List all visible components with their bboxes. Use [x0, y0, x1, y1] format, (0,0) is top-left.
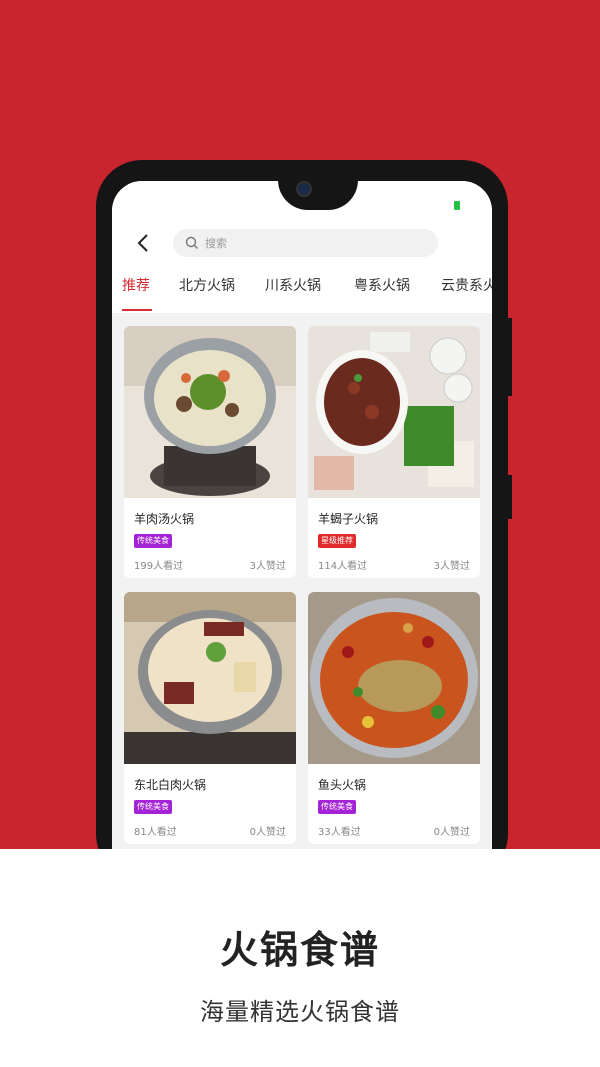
tab-northern[interactable]: 北方火锅: [179, 275, 235, 295]
recipe-image: [124, 326, 296, 498]
recipe-tag-badge: 传统美食: [318, 800, 356, 814]
recipe-card[interactable]: 鱼头火锅 传统美食 33人看过 0人赞过: [308, 592, 480, 844]
battery-icon: [454, 201, 460, 210]
recipe-tag-badge: 传统美食: [134, 800, 172, 814]
like-count: 3人赞过: [433, 561, 470, 572]
promo-title: 火锅食谱: [219, 928, 380, 972]
phone-screen: 搜索 推荐 北方火锅 川系火锅 粤系火锅 云贵系火 羊肉汤火锅 传统美食 199…: [112, 181, 492, 861]
recipe-image: [124, 592, 296, 764]
category-tabs: 推荐 北方火锅 川系火锅 粤系火锅 云贵系火: [112, 275, 492, 305]
recipe-card[interactable]: 羊肉汤火锅 传统美食 199人看过 3人赞过: [124, 326, 296, 578]
recipe-image: [308, 326, 480, 498]
recipe-tag-badge: 传统美食: [134, 534, 172, 548]
front-camera-icon: [296, 181, 312, 197]
tab-yungui[interactable]: 云贵系火: [441, 275, 492, 295]
tab-cantonese[interactable]: 粤系火锅: [354, 275, 410, 295]
view-count: 33人看过: [318, 827, 361, 838]
like-count: 3人赞过: [249, 561, 286, 572]
recipe-card[interactable]: 羊蝎子火锅 星级推荐 114人看过 3人赞过: [308, 326, 480, 578]
promo-banner: 火锅食谱 海量精选火锅食谱: [0, 849, 600, 1067]
view-count: 199人看过: [134, 561, 184, 572]
promo-subtitle: 海量精选火锅食谱: [200, 998, 400, 1026]
like-count: 0人赞过: [249, 827, 286, 838]
recipe-title: 羊肉汤火锅: [134, 512, 195, 526]
view-count: 81人看过: [134, 827, 177, 838]
search-icon: [185, 236, 198, 249]
recipe-title: 羊蝎子火锅: [318, 512, 379, 526]
volume-button: [508, 318, 512, 396]
search-input[interactable]: 搜索: [173, 229, 438, 257]
recipe-image: [308, 592, 480, 764]
view-count: 114人看过: [318, 561, 368, 572]
recipe-card[interactable]: 东北白肉火锅 传统美食 81人看过 0人赞过: [124, 592, 296, 844]
tab-recommend[interactable]: 推荐: [122, 275, 150, 295]
tab-active-indicator: [122, 309, 152, 311]
like-count: 0人赞过: [433, 827, 470, 838]
tab-sichuan[interactable]: 川系火锅: [265, 275, 321, 295]
back-arrow-icon[interactable]: [136, 233, 150, 253]
recipe-title: 鱼头火锅: [318, 778, 367, 792]
recipe-title: 东北白肉火锅: [134, 778, 207, 792]
recipe-tag-badge: 星级推荐: [318, 534, 356, 548]
search-placeholder: 搜索: [205, 237, 227, 250]
power-button: [508, 475, 512, 519]
